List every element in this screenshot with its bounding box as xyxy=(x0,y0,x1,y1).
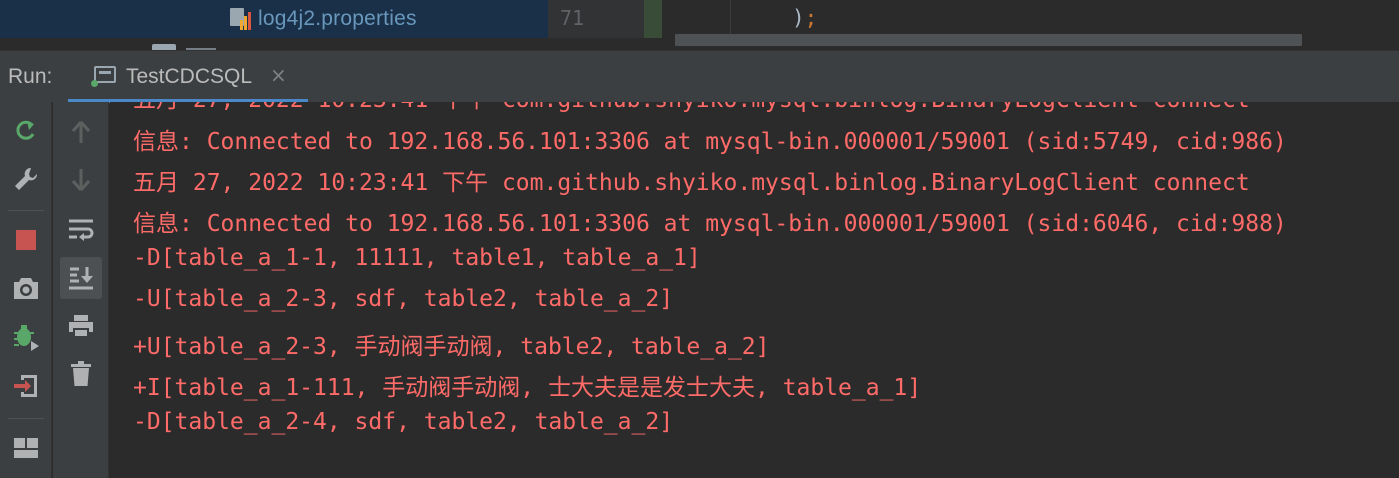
console-line: -D[table_a_1-1, 11111, table1, table_a_1… xyxy=(133,245,701,271)
rerun-icon xyxy=(16,120,35,140)
soft-wrap-icon xyxy=(69,219,94,241)
run-toolbar-secondary xyxy=(53,102,109,478)
console-line: 信息: Connected to 192.168.56.101:3306 at … xyxy=(133,211,1287,237)
wrench-icon xyxy=(15,167,38,190)
layout-icon xyxy=(14,438,38,458)
close-icon[interactable]: × xyxy=(270,63,287,87)
stop-button[interactable] xyxy=(6,220,46,260)
code-semicolon: ; xyxy=(804,6,818,30)
code-paren: ) xyxy=(792,6,805,30)
console-line: +I[table_a_1-111, 手动阀手动阀, 士大夫是是发士大夫, tab… xyxy=(133,375,922,401)
horizontal-scrollbar[interactable] xyxy=(675,34,1302,46)
exit-button[interactable] xyxy=(6,366,46,406)
print-icon xyxy=(69,315,93,338)
up-arrow-icon xyxy=(71,121,91,143)
code-line[interactable]: ); xyxy=(792,6,817,30)
exit-icon xyxy=(14,375,37,397)
trash-icon xyxy=(71,361,91,386)
console-line: 信息: Connected to 192.168.56.101:3306 at … xyxy=(133,129,1287,155)
run-configuration-icon xyxy=(91,66,116,87)
previous-occurrence-button[interactable] xyxy=(61,112,101,152)
modify-configuration-button[interactable] xyxy=(6,159,46,199)
properties-file-icon xyxy=(228,6,251,32)
console-line: -D[table_a_2-4, sdf, table2, table_a_2] xyxy=(133,409,674,435)
debug-icon xyxy=(14,325,39,351)
clear-all-button[interactable] xyxy=(61,354,101,394)
console-line: +U[table_a_2-3, 手动阀手动阀, table2, table_a_… xyxy=(133,334,770,360)
scroll-to-end-icon xyxy=(69,267,93,290)
console-line: 五月 27, 2022 10:23:41 下午 com.github.shyik… xyxy=(133,170,1250,196)
next-occurrence-button[interactable] xyxy=(61,160,101,200)
rerun-button[interactable] xyxy=(6,110,46,150)
stop-icon xyxy=(16,230,36,250)
run-tab[interactable]: TestCDCSQL × xyxy=(68,51,308,103)
run-tab-title: TestCDCSQL xyxy=(126,65,253,88)
project-tree-file-item[interactable]: log4j2.properties xyxy=(228,4,417,34)
dump-threads-button[interactable] xyxy=(6,268,46,308)
indent-guide xyxy=(730,0,731,38)
change-marker[interactable] xyxy=(644,0,662,38)
soft-wrap-button[interactable] xyxy=(61,210,101,250)
line-number: 71 xyxy=(560,6,585,30)
console-line-partial: 五月 27, 2022 10:23:41 下午 com.github.shyik… xyxy=(133,102,1250,114)
run-tool-window-header: Run: TestCDCSQL × xyxy=(0,50,1399,103)
camera-icon xyxy=(14,278,38,299)
run-toolbar-primary xyxy=(0,102,52,478)
console-line: -U[table_a_2-3, sdf, table2, table_a_2] xyxy=(133,286,674,312)
down-arrow-icon xyxy=(71,169,91,191)
layout-button[interactable] xyxy=(6,428,46,468)
debug-button[interactable] xyxy=(6,316,46,356)
run-label: Run: xyxy=(8,65,53,88)
print-button[interactable] xyxy=(61,306,101,346)
file-name: log4j2.properties xyxy=(258,7,417,30)
scroll-to-end-button[interactable] xyxy=(60,257,102,299)
code-editor[interactable] xyxy=(662,0,1399,38)
console-output[interactable]: 五月 27, 2022 10:23:41 下午 com.github.shyik… xyxy=(110,102,1399,478)
